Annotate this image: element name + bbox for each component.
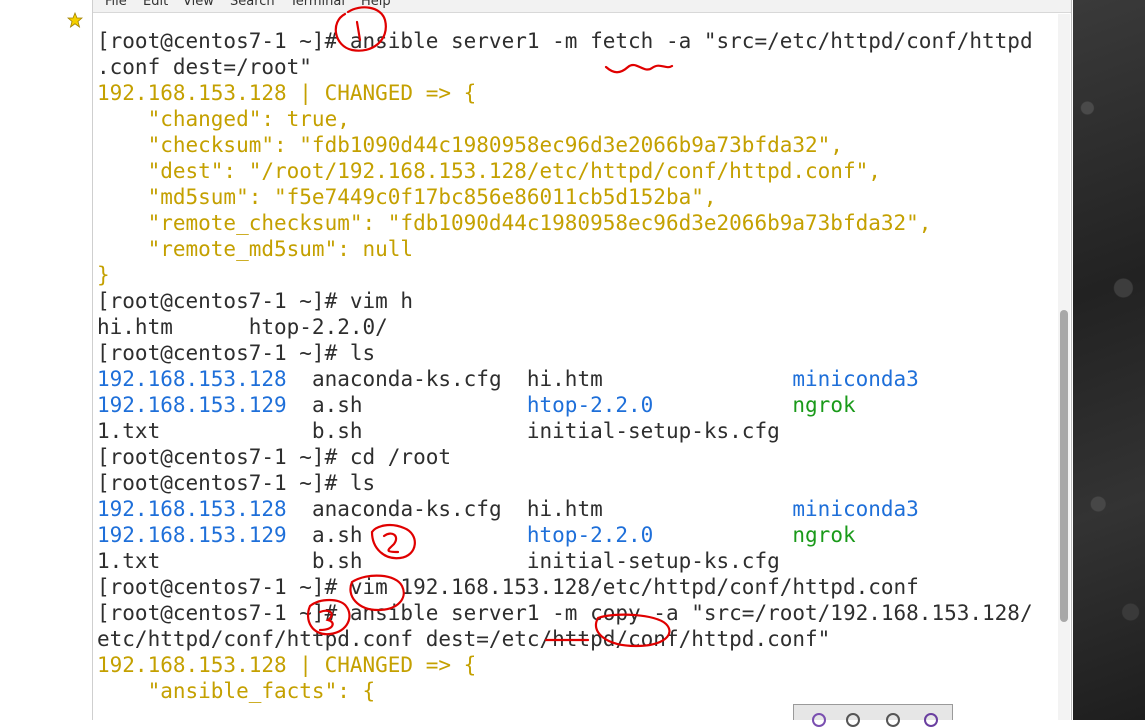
terminal-text: "checksum": "fdb1090d44c1980958ec96d3e20…	[97, 133, 843, 157]
terminal-line: 192.168.153.128 anaconda-ks.cfg hi.htm m…	[97, 366, 919, 392]
terminal-line: [root@centos7-1 ~]# ansible server1 -m f…	[97, 28, 1033, 54]
terminal-text: [root@centos7-1 ~]# ansible server1 -m c…	[97, 601, 1033, 625]
terminal-text: "dest": "/root/192.168.153.128/etc/httpd…	[97, 159, 881, 183]
vertical-scrollbar[interactable]	[1058, 14, 1070, 720]
terminal-text: 192.168.153.129	[97, 393, 287, 417]
terminal-text: [root@centos7-1 ~]# ls	[97, 341, 376, 365]
terminal-line: 192.168.153.129 a.sh htop-2.2.0 ngrok	[97, 522, 856, 548]
terminal-line: 192.168.153.128 anaconda-ks.cfg hi.htm m…	[97, 496, 919, 522]
terminal-line: 192.168.153.128 | CHANGED => {	[97, 652, 476, 678]
tray-volume-icon[interactable]	[846, 713, 860, 727]
terminal-text: 192.168.153.128	[97, 497, 287, 521]
terminal-line: 192.168.153.129 a.sh htop-2.2.0 ngrok	[97, 392, 856, 418]
terminal-text: miniconda3	[792, 497, 919, 521]
terminal-text: 192.168.153.128	[97, 367, 287, 391]
terminal-text: a.sh	[286, 393, 527, 417]
terminal-line: etc/httpd/conf/httpd.conf dest=/etc/http…	[97, 626, 830, 652]
terminal-text: ngrok	[792, 393, 856, 417]
scrollbar-thumb[interactable]	[1060, 310, 1068, 622]
terminal-line: 192.168.153.128 | CHANGED => {	[97, 80, 476, 106]
terminal-line: [root@centos7-1 ~]# vim h	[97, 288, 413, 314]
terminal-line: "changed": true,	[97, 106, 350, 132]
terminal-line: [root@centos7-1 ~]# ls	[97, 340, 375, 366]
terminal-line: "dest": "/root/192.168.153.128/etc/httpd…	[97, 158, 881, 184]
terminal-text: [root@centos7-1 ~]# ls	[97, 471, 376, 495]
terminal-text: [root@centos7-1 ~]# cd /root	[97, 445, 452, 469]
terminal-line: .conf dest=/root"	[97, 54, 312, 80]
terminal-line: "remote_md5sum": null	[97, 236, 414, 262]
terminal-line: hi.htm htop-2.2.0/	[97, 314, 388, 340]
terminal-text: "changed": true,	[97, 107, 350, 131]
terminal-line: "remote_checksum": "fdb1090d44c1980958ec…	[97, 210, 932, 236]
terminal-text: "ansible_facts": {	[97, 679, 376, 703]
terminal-line: [root@centos7-1 ~]# ansible server1 -m c…	[97, 600, 1033, 626]
terminal-line: 1.txt b.sh initial-setup-ks.cfg	[97, 548, 780, 574]
terminal-text: 1.txt b.sh initial-setup-ks.cfg	[97, 419, 780, 443]
menu-file[interactable]: File	[105, 0, 127, 9]
terminal-text: .conf dest=/root"	[97, 55, 312, 79]
terminal-text: [root@centos7-1 ~]# vim h	[97, 289, 414, 313]
terminal-text: miniconda3	[792, 367, 919, 391]
terminal-text: hi.htm htop-2.2.0/	[97, 315, 388, 339]
terminal-line: }	[97, 262, 110, 288]
terminal-line: 1.txt b.sh initial-setup-ks.cfg	[97, 418, 780, 444]
terminal-line: [root@centos7-1 ~]# vim 192.168.153.128/…	[97, 574, 919, 600]
terminal-text: 192.168.153.128 | CHANGED => {	[97, 653, 477, 677]
menu-help[interactable]: Help	[361, 0, 391, 9]
terminal-text: [root@centos7-1 ~]# ansible server1 -m f…	[97, 29, 1033, 53]
menu-search[interactable]: Search	[230, 0, 275, 9]
terminal-text: a.sh	[286, 523, 527, 547]
terminal-text: 1.txt b.sh initial-setup-ks.cfg	[97, 549, 780, 573]
terminal-text: 192.168.153.129	[97, 523, 287, 547]
terminal-text: "remote_checksum": "fdb1090d44c1980958ec…	[97, 211, 932, 235]
taskbar-tray	[793, 704, 953, 727]
terminal-line: "md5sum": "f5e7449c0f17bc856e86011cb5d15…	[97, 184, 717, 210]
terminal-text: anaconda-ks.cfg hi.htm	[286, 367, 793, 391]
menu-edit[interactable]: Edit	[143, 0, 168, 9]
terminal-line: "ansible_facts": {	[97, 678, 376, 704]
tray-app-icon[interactable]	[812, 713, 826, 727]
menu-terminal[interactable]: Terminal	[290, 0, 345, 9]
tray-globe-icon[interactable]	[924, 713, 938, 727]
terminal-line: "checksum": "fdb1090d44c1980958ec96d3e20…	[97, 132, 843, 158]
menu-bar: File Edit View Search Terminal Help	[93, 0, 1071, 13]
terminal-output[interactable]: [root@centos7-1 ~]# ansible server1 -m f…	[97, 14, 1055, 720]
terminal-text: htop-2.2.0	[526, 393, 654, 417]
terminal-text: [root@centos7-1 ~]# vim 192.168.153.128/…	[97, 575, 919, 599]
terminal-line: [root@centos7-1 ~]# ls	[97, 470, 375, 496]
star-icon[interactable]	[67, 12, 83, 28]
desktop-background	[1073, 0, 1145, 720]
tray-network-icon[interactable]	[886, 713, 900, 727]
terminal-text: etc/httpd/conf/httpd.conf dest=/etc/http…	[97, 627, 831, 651]
terminal-text: }	[97, 263, 110, 287]
terminal-text: 192.168.153.128 | CHANGED => {	[97, 81, 477, 105]
terminal-text: anaconda-ks.cfg hi.htm	[286, 497, 793, 521]
terminal-line: [root@centos7-1 ~]# cd /root	[97, 444, 451, 470]
terminal-text: "remote_md5sum": null	[97, 237, 414, 261]
menu-view[interactable]: View	[183, 0, 214, 9]
terminal-text: ngrok	[792, 523, 856, 547]
terminal-window: File Edit View Search Terminal Help [roo…	[92, 0, 1072, 720]
terminal-text: "md5sum": "f5e7449c0f17bc856e86011cb5d15…	[97, 185, 717, 209]
desktop-left-area	[0, 0, 92, 720]
terminal-text: htop-2.2.0	[526, 523, 654, 547]
